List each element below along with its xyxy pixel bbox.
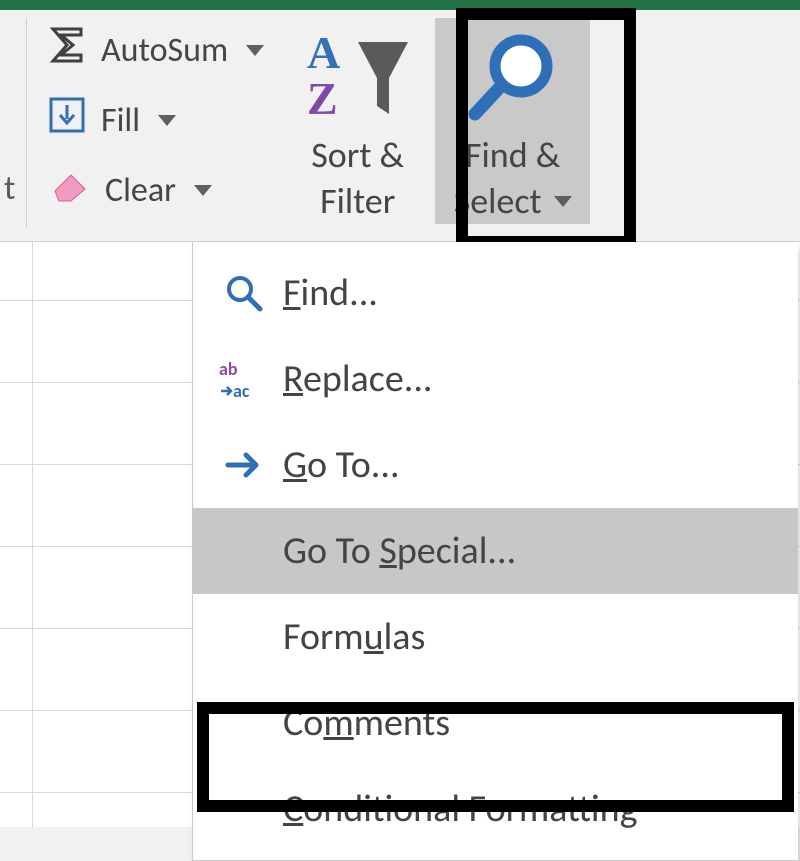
cutoff-control: t [0,18,27,228]
menu-item-label: Find... [283,270,378,316]
sort-filter-label-line1: Sort & [280,132,435,178]
find-select-label-line1: Find & [435,132,590,178]
ribbon-home-editing-group: t AutoSum Fill [0,10,800,242]
svg-text:ac: ac [233,380,250,401]
sort-filter-button[interactable]: A Z Sort & Filter [280,18,435,224]
menu-item-label: Comments [283,700,450,746]
find-select-dropdown-menu: Find... ab ac Replace... Go To... Go [192,242,798,861]
fill-label: Fill [101,100,140,141]
dropdown-caret-icon [158,115,176,126]
menu-item-label: Go To Special... [283,528,516,574]
magnifier-icon [435,24,590,132]
dropdown-caret-icon [194,185,212,196]
autosum-label: AutoSum [101,30,228,71]
app-titlebar-strip [0,0,800,10]
dropdown-caret-icon [554,196,572,207]
menu-item-goto-special[interactable]: Go To Special... [193,508,798,594]
menu-item-conditional-formatting[interactable]: Conditional Formatting [193,766,798,852]
clear-label: Clear [105,170,176,211]
sort-filter-label-line2: Filter [320,178,395,224]
autosum-button[interactable]: AutoSum [47,24,264,76]
menu-item-comments[interactable]: Comments [193,680,798,766]
find-select-label-line2: Select [454,178,542,224]
sort-filter-icon: A Z [280,24,435,132]
arrow-right-icon [205,443,283,487]
fill-button[interactable]: Fill [47,94,264,146]
fill-down-icon [47,95,87,145]
menu-item-formulas[interactable]: Formulas [193,594,798,680]
clear-button[interactable]: Clear [47,164,264,216]
menu-item-label: Replace... [283,356,433,402]
search-icon [205,271,283,315]
menu-item-find[interactable]: Find... [193,250,798,336]
menu-item-goto[interactable]: Go To... [193,422,798,508]
menu-item-label: Go To... [283,442,400,488]
menu-item-replace[interactable]: ab ac Replace... [193,336,798,422]
dropdown-caret-icon [246,45,264,56]
menu-item-label: Formulas [283,614,425,660]
eraser-icon [47,165,91,215]
replace-icon: ab ac [205,357,283,401]
menu-item-label: Conditional Formatting [283,786,637,832]
svg-text:Z: Z [307,73,338,124]
find-select-button[interactable]: Find & Select [435,18,590,224]
svg-text:A: A [307,28,340,78]
sigma-icon [47,25,87,75]
worksheet-grid[interactable]: Find... ab ac Replace... Go To... Go [0,242,800,827]
svg-text:ab: ab [219,358,238,380]
